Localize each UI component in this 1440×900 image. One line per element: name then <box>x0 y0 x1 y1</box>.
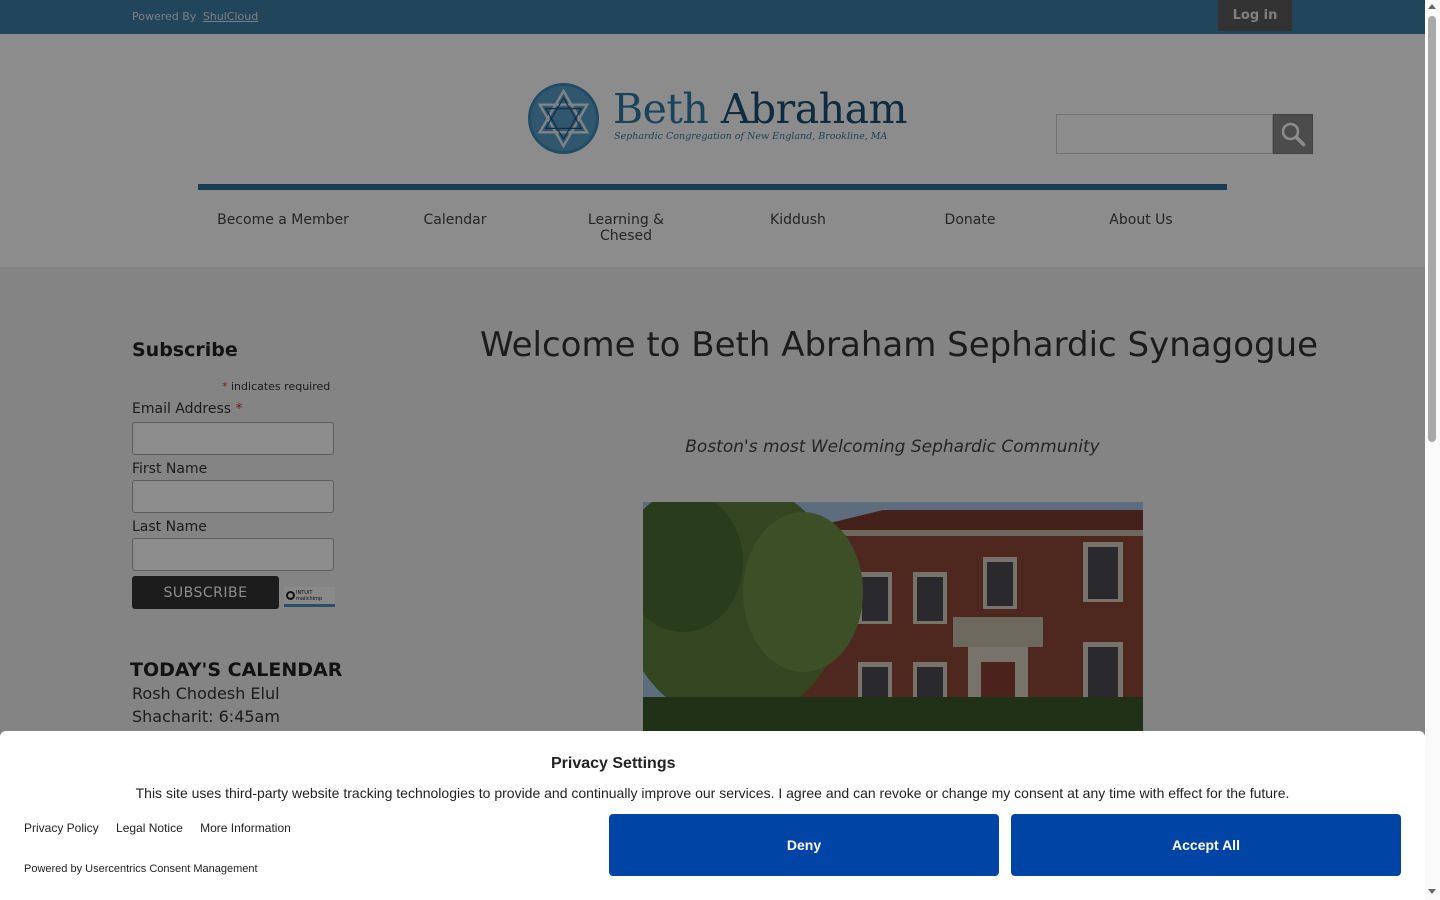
consent-title: Privacy Settings <box>551 755 676 772</box>
legal-notice-link[interactable]: Legal Notice <box>116 821 183 835</box>
consent-powered-by: Powered by Usercentrics Consent Manageme… <box>24 863 258 875</box>
consent-links: Privacy Policy Legal Notice More Informa… <box>24 821 305 835</box>
deny-button[interactable]: Deny <box>609 814 999 876</box>
scrollbar-thumb[interactable] <box>1428 16 1436 442</box>
consent-text: This site uses third-party website track… <box>135 785 1290 801</box>
scroll-down-arrow-icon[interactable] <box>1428 889 1436 894</box>
more-information-link[interactable]: More Information <box>200 821 291 835</box>
privacy-policy-link[interactable]: Privacy Policy <box>24 821 99 835</box>
accept-all-button[interactable]: Accept All <box>1011 814 1401 876</box>
privacy-consent-banner: Privacy Settings This site uses third-pa… <box>0 731 1425 900</box>
scroll-up-arrow-icon[interactable] <box>1428 4 1436 9</box>
vertical-scrollbar[interactable] <box>1425 0 1440 900</box>
